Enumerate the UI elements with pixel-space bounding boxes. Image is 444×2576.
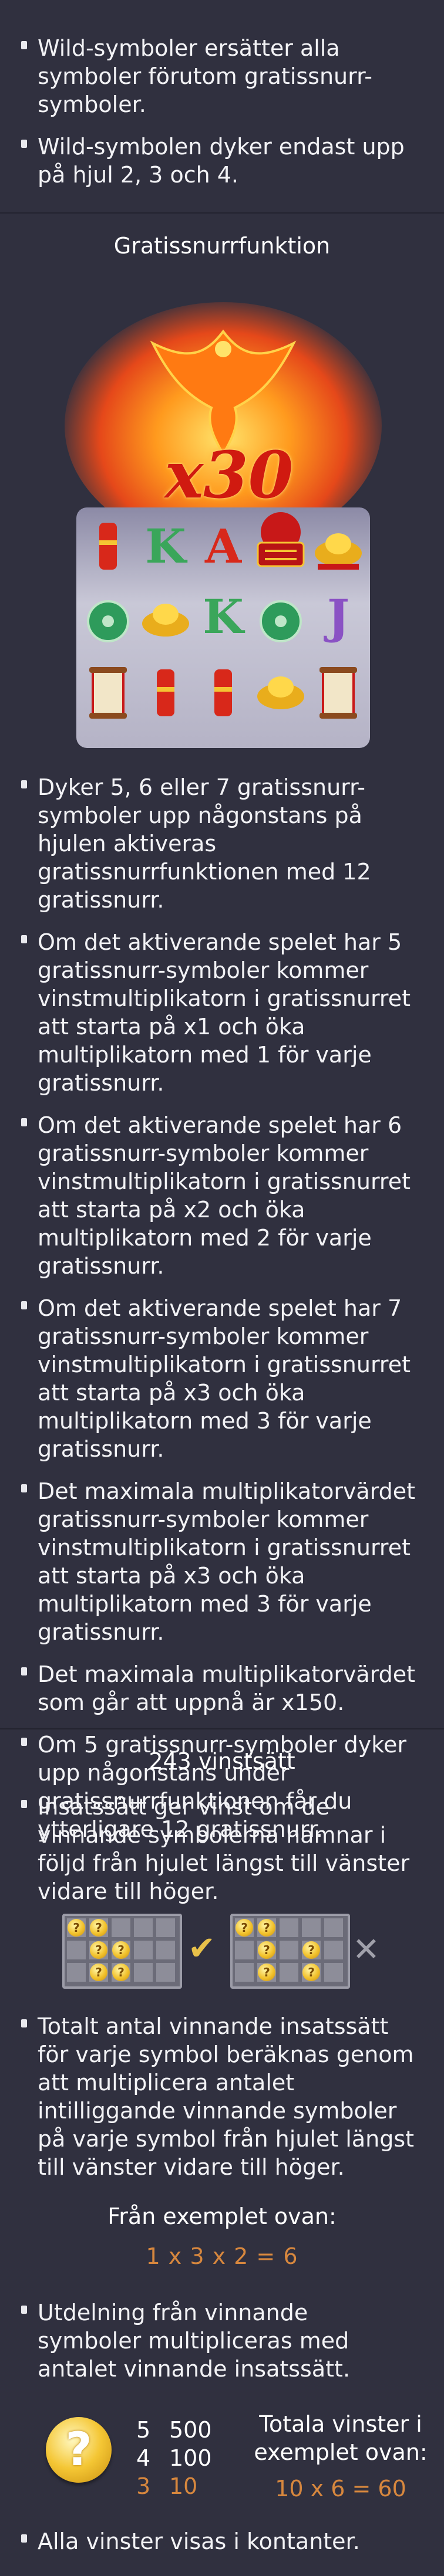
grid-cell — [323, 1962, 344, 1983]
coin-icon — [90, 1964, 107, 1981]
ways-title: 243 vinstsätt — [149, 1748, 295, 1774]
paytable-row: 4 100 — [136, 2444, 228, 2472]
coin-icon — [258, 1964, 275, 1981]
wild-rule-1: Wild-symboler ersätter alla symboler för… — [21, 34, 418, 119]
section-divider — [0, 212, 444, 214]
paytable-value: 10 — [169, 2473, 198, 2499]
scroll-symbol-icon — [311, 660, 365, 726]
coin-icon — [302, 1964, 320, 1981]
free-spins-rule-4: Om det aktiverande spelet har 7 gratissn… — [21, 1294, 418, 1463]
free-spins-rule-2: Om det aktiverande spelet har 5 gratissn… — [21, 928, 418, 1097]
ways-example-diagram: ✔ ✕ — [0, 1914, 444, 2002]
paytable-count: 5 — [136, 2417, 151, 2443]
coin-icon — [68, 1919, 85, 1937]
grid-cell — [323, 1917, 344, 1938]
paytable-value: 500 — [169, 2417, 212, 2443]
ways-rule-3: Utdelning från vinnande symboler multipl… — [21, 2299, 418, 2383]
grid-cell — [110, 1917, 132, 1938]
grid-cell — [133, 1962, 154, 1983]
svg-text:K: K — [203, 589, 245, 644]
gold-ingot-symbol-icon — [139, 584, 193, 649]
grid-cell — [66, 1962, 87, 1983]
firecracker-symbol-icon — [196, 660, 250, 726]
example-formula: 1 x 3 x 2 = 6 — [146, 2243, 298, 2269]
letter-k-symbol-icon: K — [196, 584, 250, 649]
gold-ingot-symbol-icon — [254, 656, 308, 722]
jade-coin-symbol-icon — [254, 588, 308, 654]
totals-formula: 10 x 6 = 60 — [275, 2476, 406, 2501]
jade-coin-symbol-icon — [81, 588, 135, 654]
scroll-symbol-icon — [81, 660, 135, 726]
coin-icon — [236, 1919, 253, 1937]
letter-k-symbol-icon: K — [139, 513, 193, 579]
free-spins-rule-5: Det maximala multiplikatorvärdet gratiss… — [21, 1477, 418, 1646]
paytable-row-highlighted: 3 10 — [136, 2472, 228, 2500]
coin-icon — [90, 1919, 107, 1937]
free-spins-title: Gratissnurrfunktion — [113, 233, 331, 259]
ways-rule-4: Alla vinster visas i kontanter. — [21, 2527, 418, 2555]
grid-cell — [278, 1917, 300, 1938]
letter-j-symbol-icon: J — [311, 584, 365, 649]
cross-icon: ✕ — [352, 1931, 380, 1969]
paytable-count: 3 — [136, 2473, 151, 2499]
svg-text:A: A — [204, 519, 242, 574]
grid-cell — [234, 1939, 255, 1961]
grid-cell — [234, 1962, 255, 1983]
grid-cell — [323, 1939, 344, 1961]
coin-icon — [112, 1964, 130, 1981]
example-label: Från exemplet ovan: — [107, 2203, 337, 2229]
letter-a-symbol-icon: A — [196, 513, 250, 579]
svg-text:J: J — [324, 589, 349, 644]
paytable-row: 5 500 — [136, 2416, 228, 2444]
totals-label: Totala vinster i exemplet ovan: — [254, 2411, 428, 2465]
losing-grid-example — [230, 1914, 350, 1989]
grid-cell — [66, 1939, 87, 1961]
coin-paytable: 5 500 4 100 3 10 — [136, 2416, 228, 2500]
ways-rules-list-3: Utdelning från vinnande symboler multipl… — [0, 2299, 444, 2397]
ways-rule-2: Totalt antal vinnande insatssätt för var… — [21, 2012, 418, 2181]
section-divider — [0, 1728, 444, 1729]
free-spins-rule-3: Om det aktiverande spelet har 6 gratissn… — [21, 1111, 418, 1280]
wild-rules-list: Wild-symboler ersätter alla symboler för… — [0, 34, 444, 203]
free-spins-rule-1: Dyker 5, 6 eller 7 gratissnurr-symboler … — [21, 773, 418, 914]
check-icon: ✔ — [188, 1930, 216, 1968]
coin-icon — [90, 1941, 107, 1959]
coin-icon — [258, 1941, 275, 1959]
ways-rules-list-2: Totalt antal vinnande insatssätt för var… — [0, 2012, 444, 2195]
svg-text:K: K — [145, 519, 187, 574]
coin-icon — [258, 1919, 275, 1937]
coin-symbol-icon: ? — [46, 2417, 112, 2483]
grid-cell — [155, 1962, 176, 1983]
free-spins-feature-image: x30 K A K J — [65, 302, 382, 748]
firecracker-symbol-icon — [139, 660, 193, 726]
free-spins-rule-6: Det maximala multiplikatorvärdet som går… — [21, 1660, 418, 1717]
paytable-count: 4 — [136, 2445, 151, 2471]
grid-cell — [301, 1917, 322, 1938]
coin-icon — [302, 1941, 320, 1959]
grid-cell — [133, 1939, 154, 1961]
grid-cell — [278, 1939, 300, 1961]
free-spins-symbol-icon — [254, 509, 308, 574]
firecracker-symbol-icon — [81, 513, 135, 579]
winning-grid-example — [62, 1914, 182, 1989]
totals-box: Totala vinster i exemplet ovan: 10 x 6 =… — [247, 2410, 435, 2503]
wild-rule-2: Wild-symbolen dyker endast upp på hjul 2… — [21, 133, 418, 189]
coin-symbol-glyph: ? — [65, 2423, 92, 2476]
grid-cell — [133, 1917, 154, 1938]
grid-cell — [278, 1962, 300, 1983]
coin-icon — [112, 1941, 130, 1959]
ways-rules-list-4: Alla vinster visas i kontanter. — [0, 2527, 444, 2570]
ways-rules-list-1: Insatssätt ger vinst om de vinnande symb… — [0, 1793, 444, 1920]
multiplier-label: x30 — [164, 437, 294, 513]
paytable-value: 100 — [169, 2445, 212, 2471]
gold-ingot-symbol-icon — [311, 513, 365, 579]
ways-rule-1: Insatssätt ger vinst om de vinnande symb… — [21, 1793, 418, 1905]
grid-cell — [155, 1939, 176, 1961]
free-spins-rules-list: Dyker 5, 6 eller 7 gratissnurr-symboler … — [0, 773, 444, 1857]
grid-cell — [155, 1917, 176, 1938]
